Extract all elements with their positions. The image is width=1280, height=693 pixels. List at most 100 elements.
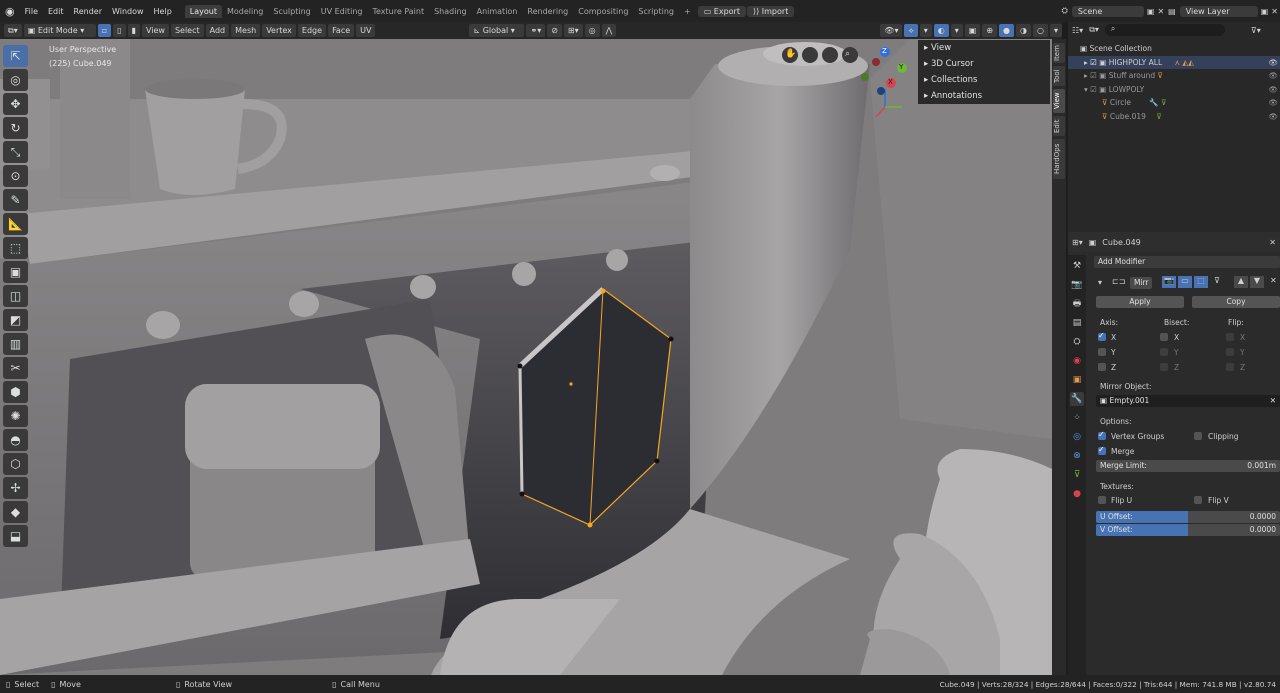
view-layer-selector[interactable]: View Layer	[1179, 5, 1258, 17]
transform-tool[interactable]: ⊙	[3, 165, 28, 187]
tab-item[interactable]: Item	[1053, 43, 1065, 63]
knife-tool[interactable]: ✂	[3, 357, 28, 379]
physics-tab-icon[interactable]: ◎	[1070, 430, 1084, 444]
apply-button[interactable]: Apply	[1096, 296, 1184, 308]
import-button[interactable]: ⟩⟩ Import	[746, 5, 795, 17]
menu-select[interactable]: Select	[170, 24, 204, 37]
mirror-object-field[interactable]: ▣ Empty.001 ✕	[1096, 395, 1280, 407]
tab-rendering[interactable]: Rendering	[522, 5, 573, 18]
scene-copy-icon[interactable]: ▣	[1147, 7, 1155, 16]
tab-modeling[interactable]: Modeling	[222, 5, 268, 18]
filter-icon[interactable]: ⊽▾	[1251, 26, 1261, 35]
measure-tool[interactable]: 📐	[3, 213, 28, 235]
eye-icon[interactable]: 👁	[1268, 56, 1278, 70]
tab-animation[interactable]: Animation	[472, 5, 523, 18]
inset-tool[interactable]: ◫	[3, 285, 28, 307]
tab-shading[interactable]: Shading	[429, 5, 472, 18]
bisect-z-checkbox[interactable]	[1160, 363, 1168, 371]
view-layer-close-icon[interactable]: ✕	[1271, 7, 1278, 16]
tab-hardops[interactable]: HardOps	[1053, 139, 1065, 179]
editor-type-icon[interactable]: ⊞▾	[1072, 238, 1083, 247]
tab-layout[interactable]: Layout	[184, 4, 222, 18]
edge-select-button[interactable]: ▯	[113, 24, 126, 37]
editmode-display-icon[interactable]: ⬚	[1194, 276, 1208, 288]
shading-solid-icon[interactable]: ●	[999, 24, 1015, 37]
shrink-fatten-tool[interactable]: ✢	[3, 477, 28, 499]
overlays-toggle-icon[interactable]: ◐	[933, 24, 949, 37]
flip-x-checkbox[interactable]	[1226, 333, 1234, 341]
panel-collections[interactable]: ▸ Collections	[918, 72, 1050, 88]
material-tab-icon[interactable]: ●	[1070, 487, 1084, 501]
flip-u-checkbox[interactable]	[1098, 496, 1106, 504]
collapse-arrow-icon[interactable]: ▾	[1098, 278, 1102, 287]
menu-add[interactable]: Add	[205, 24, 230, 37]
clipping-checkbox[interactable]	[1194, 432, 1202, 440]
zoom-icon[interactable]: ⌕	[845, 49, 850, 59]
tab-sculpting[interactable]: Sculpting	[268, 5, 315, 18]
outliner-row-lowpoly[interactable]: ▾ ☑ ▣ LOWPOLY 👁	[1068, 83, 1280, 97]
output-tab-icon[interactable]: 🖶	[1070, 297, 1084, 311]
menu-file[interactable]: File	[20, 7, 43, 16]
expand-arrow-icon[interactable]: ▸	[1084, 71, 1088, 80]
move-up-icon[interactable]: ▲	[1234, 276, 1248, 288]
panel-3d-cursor[interactable]: ▸ 3D Cursor	[918, 56, 1050, 72]
vertex-groups-checkbox[interactable]	[1098, 430, 1106, 440]
menu-render[interactable]: Render	[69, 7, 107, 16]
axis-z-checkbox[interactable]	[1098, 363, 1106, 371]
outliner-row-scene-collection[interactable]: ▣ Scene Collection	[1068, 42, 1280, 56]
outliner-row-cube-019[interactable]: ⊽ Cube.019 ⊽ 👁	[1068, 110, 1280, 124]
pin-icon[interactable]: ✕	[1269, 238, 1276, 247]
mode-selector[interactable]: ▣ Edit Mode ▾	[23, 24, 96, 37]
collapse-arrow-icon[interactable]: ▾	[1084, 85, 1088, 94]
shear-tool[interactable]: ◆	[3, 501, 28, 523]
display-mode-icon[interactable]: ☷▾	[1072, 26, 1083, 35]
menu-mesh[interactable]: Mesh	[231, 24, 261, 37]
merge-checkbox[interactable]	[1098, 445, 1106, 455]
bisect-y-checkbox[interactable]	[1160, 348, 1168, 356]
scene-selector[interactable]: Scene	[1071, 5, 1144, 17]
annotate-tool[interactable]: ✎	[3, 189, 28, 211]
menu-face[interactable]: Face	[328, 24, 355, 37]
modifier-name-field[interactable]: Mirr	[1130, 277, 1152, 289]
tab-view[interactable]: View	[1053, 89, 1065, 113]
eye-icon[interactable]: 👁	[1268, 96, 1278, 110]
copy-button[interactable]: Copy	[1192, 296, 1280, 308]
gizmo-options-icon[interactable]: ▾	[919, 24, 932, 37]
rip-region-tool[interactable]: ⬓	[3, 525, 28, 547]
flip-y-checkbox[interactable]	[1226, 348, 1234, 356]
menu-edge[interactable]: Edge	[297, 24, 327, 37]
tab-texture-paint[interactable]: Texture Paint	[367, 5, 429, 18]
face-select-button[interactable]: ▮	[127, 24, 140, 37]
tab-uv-editing[interactable]: UV Editing	[316, 5, 368, 18]
scale-tool[interactable]: ⤡	[3, 141, 28, 163]
object-tab-icon[interactable]: ▣	[1070, 373, 1084, 387]
eye-icon[interactable]: 👁	[1268, 110, 1278, 124]
checkbox-icon[interactable]: ☑	[1090, 85, 1097, 94]
select-box-tool[interactable]: ⇱	[3, 45, 28, 67]
view-layer-icon[interactable]: ▤	[1168, 7, 1176, 16]
view-layer-copy-icon[interactable]: ▣	[1261, 7, 1269, 16]
edit-cage-icon[interactable]: 📷	[1162, 276, 1176, 288]
loop-cut-tool[interactable]: ▥	[3, 333, 28, 355]
bevel-tool[interactable]: ◩	[3, 309, 28, 331]
hand-icon[interactable]: ✋	[785, 49, 796, 59]
add-workspace-button[interactable]: +	[679, 5, 696, 18]
menu-uv[interactable]: UV	[356, 24, 376, 37]
edge-slide-tool[interactable]: ⬡	[3, 453, 28, 475]
snap-target-icon[interactable]: ⊞▾	[563, 24, 583, 37]
tab-scripting[interactable]: Scripting	[633, 5, 679, 18]
gizmo-z-label[interactable]: Z	[882, 47, 887, 55]
outliner-row-highpoly-all[interactable]: ▸ ☑ ▣ HIGHPOLY ALL ⋏ ◭◭ 👁	[1068, 55, 1280, 70]
add-cube-tool[interactable]: ⬚	[3, 237, 28, 259]
axis-y-checkbox[interactable]	[1098, 348, 1106, 356]
menu-view[interactable]: View	[141, 24, 169, 37]
outliner-row-circle[interactable]: ⊽ Circle 🔧 ⊽ 👁	[1068, 96, 1280, 110]
tab-tool[interactable]: Tool	[1053, 66, 1065, 86]
spin-tool[interactable]: ✺	[3, 405, 28, 427]
add-modifier-button[interactable]: Add Modifier	[1094, 256, 1280, 268]
viewport-display-icon[interactable]: ▭	[1178, 276, 1192, 288]
axis-x-checkbox[interactable]	[1098, 331, 1106, 341]
shading-options-icon[interactable]: ▾	[1049, 24, 1062, 37]
modifier-tab-icon[interactable]: 🔧	[1070, 392, 1084, 406]
tab-compositing[interactable]: Compositing	[573, 5, 633, 18]
